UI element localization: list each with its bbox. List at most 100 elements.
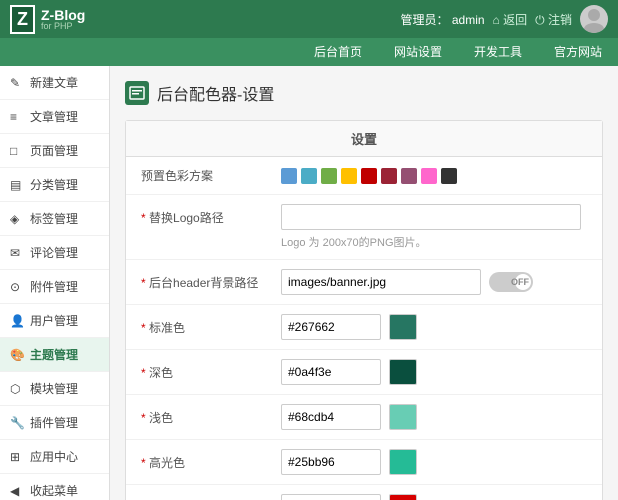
user-area: 管理员： admin ⌂ 返回 ⏻ 注销 — [401, 5, 609, 33]
sidebar-label-new-post: 新建文章 — [30, 74, 78, 91]
swatch-brown[interactable] — [401, 168, 417, 184]
value-highlight-color — [281, 449, 587, 475]
standard-color-swatch[interactable] — [389, 314, 417, 340]
avatar — [580, 5, 608, 33]
value-standard-color — [281, 314, 587, 340]
sidebar-item-collapse[interactable]: ◀ 收起菜单 — [0, 474, 109, 500]
swatch-green[interactable] — [321, 168, 337, 184]
sidebar-item-articles[interactable]: ≡ 文章管理 — [0, 100, 109, 134]
logo-z-letter: Z — [17, 9, 28, 30]
label-highlight-color: 高光色 — [141, 454, 281, 471]
highlight-color-swatch[interactable] — [389, 449, 417, 475]
sidebar-item-tags[interactable]: ◈ 标签管理 — [0, 202, 109, 236]
sidebar-item-modules[interactable]: ⬡ 模块管理 — [0, 372, 109, 406]
header-bg-input[interactable] — [281, 269, 481, 295]
comments-icon: ✉ — [10, 246, 24, 260]
pages-icon: □ — [10, 144, 24, 158]
label-dark-color: 深色 — [141, 364, 281, 381]
username: admin — [452, 13, 485, 27]
logout-link[interactable]: ⏻ 注销 — [535, 11, 572, 28]
row-light-color: 浅色 — [126, 395, 602, 440]
value-presets — [281, 168, 587, 184]
light-color-swatch[interactable] — [389, 404, 417, 430]
label-light-color: 浅色 — [141, 409, 281, 426]
swatch-teal[interactable] — [301, 168, 317, 184]
user-label: 管理员： — [401, 13, 449, 27]
main-layout: ✎ 新建文章 ≡ 文章管理 □ 页面管理 ▤ 分类管理 ◈ 标签管理 ✉ 评论管… — [0, 66, 618, 500]
color-swatches — [281, 168, 457, 184]
categories-icon: ▤ — [10, 178, 24, 192]
highlight-color-input[interactable] — [281, 449, 381, 475]
sidebar-item-plugins[interactable]: 🔧 插件管理 — [0, 406, 109, 440]
nav-tabs: 后台首页 网站设置 开发工具 官方网站 — [0, 38, 618, 66]
tab-dashboard[interactable]: 后台首页 — [298, 38, 378, 66]
sidebar-label-plugins: 插件管理 — [30, 414, 78, 431]
back-link[interactable]: ⌂ 返回 — [493, 11, 528, 28]
header-bg-toggle[interactable]: OFF — [489, 272, 533, 292]
sidebar-item-users[interactable]: 👤 用户管理 — [0, 304, 109, 338]
logo-path-input[interactable] — [281, 204, 581, 230]
page-title-text: 后台配色器-设置 — [157, 81, 274, 105]
row-header-bg: 后台header背景路径 OFF — [126, 260, 602, 305]
value-header-bg: OFF — [281, 269, 587, 295]
users-icon: 👤 — [10, 314, 24, 328]
row-presets: 预置色彩方案 — [126, 157, 602, 195]
sidebar-label-articles: 文章管理 — [30, 108, 78, 125]
logo-area: Z Z-Blog for PHP — [10, 5, 85, 34]
sidebar-label-users: 用户管理 — [30, 312, 78, 329]
sidebar-item-app-center[interactable]: ⊞ 应用中心 — [0, 440, 109, 474]
settings-header: 设置 — [126, 121, 602, 157]
swatch-darkred[interactable] — [381, 168, 397, 184]
sidebar-label-themes: 主题管理 — [30, 346, 78, 363]
sidebar-label-tags: 标签管理 — [30, 210, 78, 227]
inverse-color-input[interactable] — [281, 494, 381, 500]
value-inverse-color — [281, 494, 587, 500]
sidebar-label-attachments: 附件管理 — [30, 278, 78, 295]
value-light-color — [281, 404, 587, 430]
articles-icon: ≡ — [10, 110, 24, 124]
settings-container: 设置 预置色彩方案 — [125, 120, 603, 500]
content-area: 后台配色器-设置 设置 预置色彩方案 — [110, 66, 618, 500]
row-dark-color: 深色 — [126, 350, 602, 395]
standard-color-input[interactable] — [281, 314, 381, 340]
dark-color-swatch[interactable] — [389, 359, 417, 385]
swatch-red[interactable] — [361, 168, 377, 184]
sidebar-item-categories[interactable]: ▤ 分类管理 — [0, 168, 109, 202]
collapse-icon: ◀ — [10, 484, 24, 498]
row-logo-path: 替换Logo路径 Logo 为 200x70的PNG图片。 — [126, 195, 602, 260]
label-presets: 预置色彩方案 — [141, 167, 281, 184]
label-logo-path: 替换Logo路径 — [141, 209, 281, 226]
dark-color-input[interactable] — [281, 359, 381, 385]
attachments-icon: ⊙ — [10, 280, 24, 294]
tab-dev-tools[interactable]: 开发工具 — [458, 38, 538, 66]
swatch-pink[interactable] — [421, 168, 437, 184]
page-title-icon — [125, 81, 149, 105]
swatch-dark[interactable] — [441, 168, 457, 184]
label-standard-color: 标准色 — [141, 319, 281, 336]
sidebar-label-pages: 页面管理 — [30, 142, 78, 159]
swatch-blue[interactable] — [281, 168, 297, 184]
tab-site-settings[interactable]: 网站设置 — [378, 38, 458, 66]
sidebar-item-themes[interactable]: 🎨 主题管理 — [0, 338, 109, 372]
app-center-icon: ⊞ — [10, 450, 24, 464]
sidebar-item-new-post[interactable]: ✎ 新建文章 — [0, 66, 109, 100]
row-inverse-color: 反色 — [126, 485, 602, 500]
sidebar-label-app-center: 应用中心 — [30, 448, 78, 465]
light-color-input[interactable] — [281, 404, 381, 430]
sidebar-item-pages[interactable]: □ 页面管理 — [0, 134, 109, 168]
user-info: 管理员： admin — [401, 11, 485, 28]
inverse-color-swatch[interactable] — [389, 494, 417, 500]
sidebar-item-attachments[interactable]: ⊙ 附件管理 — [0, 270, 109, 304]
plugins-icon: 🔧 — [10, 416, 24, 430]
swatch-yellow[interactable] — [341, 168, 357, 184]
sidebar-label-modules: 模块管理 — [30, 380, 78, 397]
tab-official-site[interactable]: 官方网站 — [538, 38, 618, 66]
logo-path-hint: Logo 为 200x70的PNG图片。 — [141, 234, 427, 250]
logo-text-area: Z-Blog for PHP — [41, 7, 85, 31]
sidebar-item-comments[interactable]: ✉ 评论管理 — [0, 236, 109, 270]
modules-icon: ⬡ — [10, 382, 24, 396]
tags-icon: ◈ — [10, 212, 24, 226]
sidebar: ✎ 新建文章 ≡ 文章管理 □ 页面管理 ▤ 分类管理 ◈ 标签管理 ✉ 评论管… — [0, 66, 110, 500]
sidebar-label-categories: 分类管理 — [30, 176, 78, 193]
label-header-bg: 后台header背景路径 — [141, 274, 281, 291]
